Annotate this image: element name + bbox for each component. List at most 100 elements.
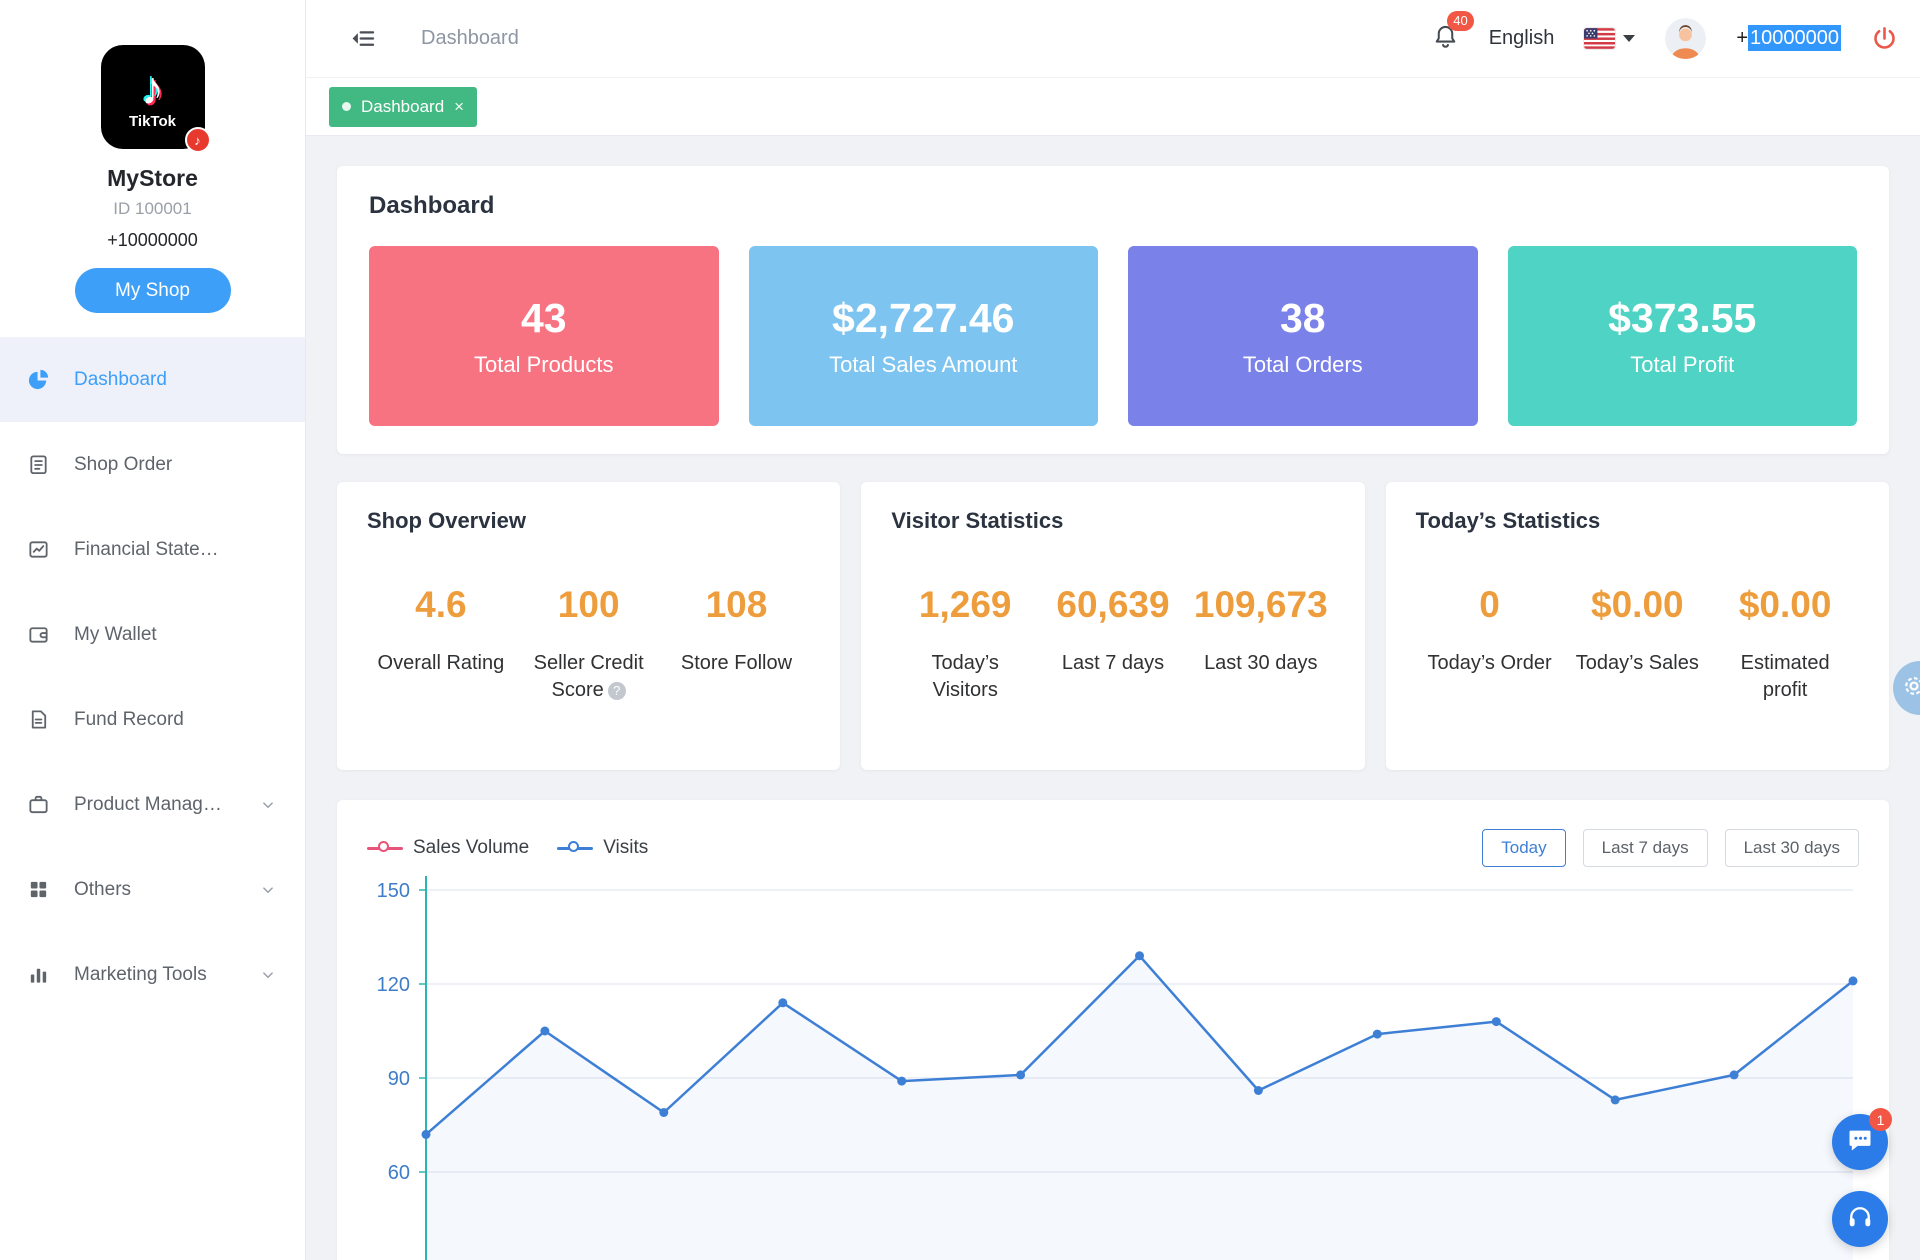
stat-value: 4.6 <box>367 584 515 626</box>
topbar-right: 40 English +10000000 <box>1432 18 1898 59</box>
chevron-down-icon <box>259 796 277 814</box>
sidebar-item-label: Marketing Tools <box>74 964 207 986</box>
legend-label: Sales Volume <box>413 837 529 859</box>
store-id: ID 100001 <box>0 199 305 219</box>
sidebar-item-financial-statement[interactable]: Financial State… <box>0 507 305 592</box>
stat-value: 1,269 <box>891 584 1039 626</box>
range-button-last-7-days[interactable]: Last 7 days <box>1583 829 1708 867</box>
sidebar-item-dashboard[interactable]: Dashboard <box>0 337 305 422</box>
stat-value: $0.00 <box>1711 584 1859 626</box>
help-icon[interactable]: ? <box>608 682 626 700</box>
us-flag-icon <box>1584 28 1615 49</box>
stat-label: Estimated profit <box>1719 650 1851 704</box>
stat-todays-visitors: 1,269 Today’s Visitors <box>891 584 1039 704</box>
chat-bubble-icon <box>1846 1126 1874 1159</box>
stat-card-total-sales: $2,727.46 Total Sales Amount <box>749 246 1099 426</box>
range-button-last-30-days[interactable]: Last 30 days <box>1725 829 1859 867</box>
sidebar-item-marketing-tools[interactable]: Marketing Tools <box>0 932 305 1017</box>
line-series-marker-icon <box>367 841 403 855</box>
stat-store-follow: 108 Store Follow <box>663 584 811 704</box>
sales-visits-chart-card: Sales Volume Visits Today Last 7 days La… <box>337 800 1889 1260</box>
sidebar-item-label: Financial State… <box>74 539 219 561</box>
language-label[interactable]: English <box>1489 27 1555 50</box>
stat-card-total-products: 43 Total Products <box>369 246 719 426</box>
chart-box-icon <box>27 538 50 561</box>
sidebar: ♪ TikTok ♪ MyStore ID 100001 +10000000 M… <box>0 0 306 1260</box>
language-dropdown[interactable] <box>1584 28 1635 49</box>
stat-last-30-days: 109,673 Last 30 days <box>1187 584 1335 704</box>
tab-dashboard[interactable]: Dashboard × <box>329 87 477 127</box>
shop-overview-card: Shop Overview 4.6 Overall Rating 100 Sel… <box>337 482 840 770</box>
line-series-marker-icon <box>557 841 593 855</box>
chevron-down-icon <box>259 966 277 984</box>
chat-unread-badge: 1 <box>1869 1108 1892 1131</box>
card-stats: 0 Today’s Order $0.00 Today’s Sales $0.0… <box>1416 584 1859 704</box>
document-icon <box>27 708 50 731</box>
wallet-icon <box>27 623 50 646</box>
notifications-button[interactable]: 40 <box>1432 23 1459 55</box>
sidebar-item-label: Fund Record <box>74 709 184 731</box>
store-info: ♪ TikTok ♪ MyStore ID 100001 +10000000 M… <box>0 0 305 313</box>
stat-value: $373.55 <box>1608 295 1756 342</box>
caret-down-icon <box>1623 35 1635 42</box>
legend-item-sales-volume[interactable]: Sales Volume <box>367 837 529 859</box>
sidebar-item-fund-record[interactable]: Fund Record <box>0 677 305 762</box>
phone-number-selected: 10000000 <box>1748 25 1841 51</box>
stat-value: $0.00 <box>1563 584 1711 626</box>
chevron-down-icon <box>259 881 277 899</box>
stat-overall-rating: 4.6 Overall Rating <box>367 584 515 704</box>
store-logo: ♪ TikTok ♪ <box>101 45 205 149</box>
briefcase-icon <box>27 793 50 816</box>
sidebar-fold-icon[interactable] <box>350 25 377 52</box>
logo-brand-text: TikTok <box>129 113 176 130</box>
info-cards-row: Shop Overview 4.6 Overall Rating 100 Sel… <box>337 482 1889 770</box>
line-chart: 1501209060 <box>367 876 1858 1260</box>
chart-legend: Sales Volume Visits <box>367 837 648 859</box>
stat-label: Overall Rating <box>375 650 507 677</box>
card-title: Today’s Statistics <box>1416 508 1859 534</box>
sidebar-item-my-wallet[interactable]: My Wallet <box>0 592 305 677</box>
stat-last-7-days: 60,639 Last 7 days <box>1039 584 1187 704</box>
my-shop-button[interactable]: My Shop <box>75 268 231 313</box>
card-stats: 1,269 Today’s Visitors 60,639 Last 7 day… <box>891 584 1334 704</box>
sidebar-item-product-manage[interactable]: Product Manag… <box>0 762 305 847</box>
sidebar-item-label: Shop Order <box>74 454 172 476</box>
sidebar-item-label: Others <box>74 879 131 901</box>
breadcrumb: Dashboard <box>421 27 519 50</box>
user-avatar[interactable] <box>1665 18 1706 59</box>
chart-range-buttons: Today Last 7 days Last 30 days <box>1482 829 1859 867</box>
chat-fab-button[interactable]: 1 <box>1832 1114 1888 1170</box>
stat-value: 100 <box>515 584 663 626</box>
support-fab-button[interactable] <box>1832 1191 1888 1247</box>
stat-label-text: Seller Credit Score <box>534 652 644 701</box>
stat-label: Total Products <box>474 352 613 378</box>
today-statistics-card: Today’s Statistics 0 Today’s Order $0.00… <box>1386 482 1889 770</box>
legend-item-visits[interactable]: Visits <box>557 837 648 859</box>
stat-label: Total Sales Amount <box>829 352 1017 378</box>
card-stats: 4.6 Overall Rating 100 Seller Credit Sco… <box>367 584 810 704</box>
stat-label: Total Profit <box>1630 352 1734 378</box>
user-phone[interactable]: +10000000 <box>1736 27 1841 50</box>
page-title: Dashboard <box>369 192 1857 220</box>
stat-value: 43 <box>521 295 567 342</box>
gear-icon <box>1901 673 1920 704</box>
stat-label: Today’s Visitors <box>899 650 1031 704</box>
main-area: Dashboard 40 English <box>306 0 1920 1260</box>
card-title: Shop Overview <box>367 508 810 534</box>
range-button-today[interactable]: Today <box>1482 829 1565 867</box>
tab-label: Dashboard <box>361 97 444 117</box>
close-icon[interactable]: × <box>454 98 464 115</box>
sidebar-item-shop-order[interactable]: Shop Order <box>0 422 305 507</box>
stat-card-total-orders: 38 Total Orders <box>1128 246 1478 426</box>
svg-text:60: 60 <box>388 1162 410 1184</box>
stat-value: $2,727.46 <box>832 295 1014 342</box>
logo-badge-icon: ♪ <box>185 127 211 153</box>
sidebar-nav: Dashboard Shop Order Financial State… My… <box>0 337 305 1017</box>
sidebar-item-others[interactable]: Others <box>0 847 305 932</box>
stat-card-total-profit: $373.55 Total Profit <box>1508 246 1858 426</box>
visitor-statistics-card: Visitor Statistics 1,269 Today’s Visitor… <box>861 482 1364 770</box>
sidebar-item-label: Product Manag… <box>74 794 222 816</box>
stat-label: Today’s Sales <box>1571 650 1703 677</box>
stat-label: Total Orders <box>1243 352 1363 378</box>
logout-power-icon[interactable] <box>1871 25 1898 52</box>
